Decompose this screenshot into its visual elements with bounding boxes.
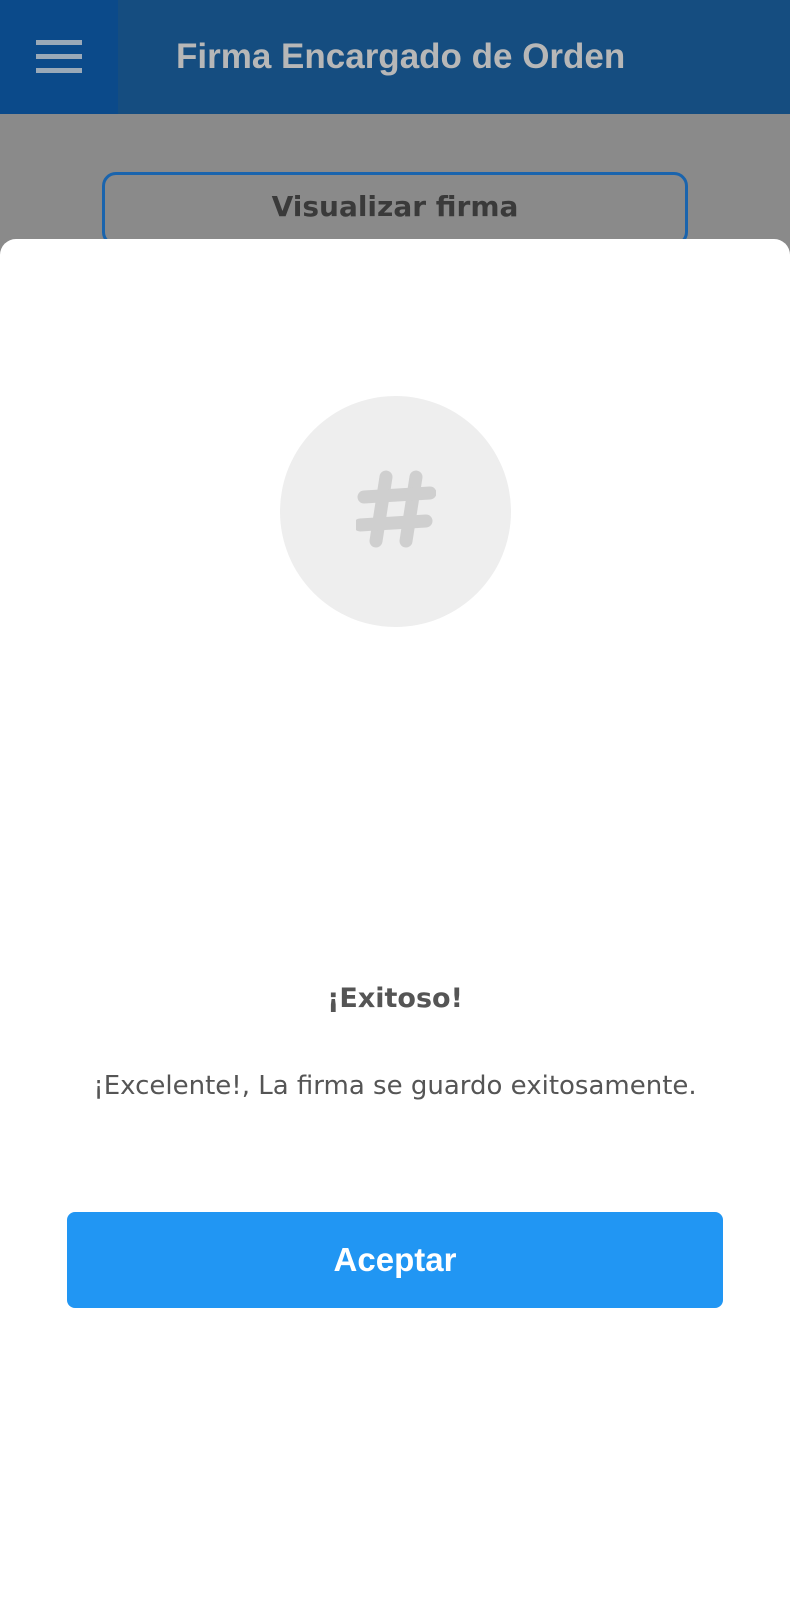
menu-button[interactable] — [0, 0, 118, 114]
page-title: Firma Encargado de Orden — [176, 37, 626, 76]
dialog-title: ¡Exitoso! — [327, 983, 463, 1014]
visualizar-firma-button[interactable]: Visualizar firma — [102, 172, 688, 246]
dialog-message: ¡Excelente!, La firma se guardo exitosam… — [93, 1071, 697, 1101]
success-dialog: ¡Exitoso! ¡Excelente!, La firma se guard… — [0, 239, 790, 1600]
accept-button[interactable]: Aceptar — [67, 1212, 723, 1308]
icon-circle — [280, 396, 511, 627]
app-bar: Firma Encargado de Orden — [0, 0, 790, 114]
menu-icon — [36, 40, 82, 74]
hashtag-icon — [353, 469, 436, 554]
